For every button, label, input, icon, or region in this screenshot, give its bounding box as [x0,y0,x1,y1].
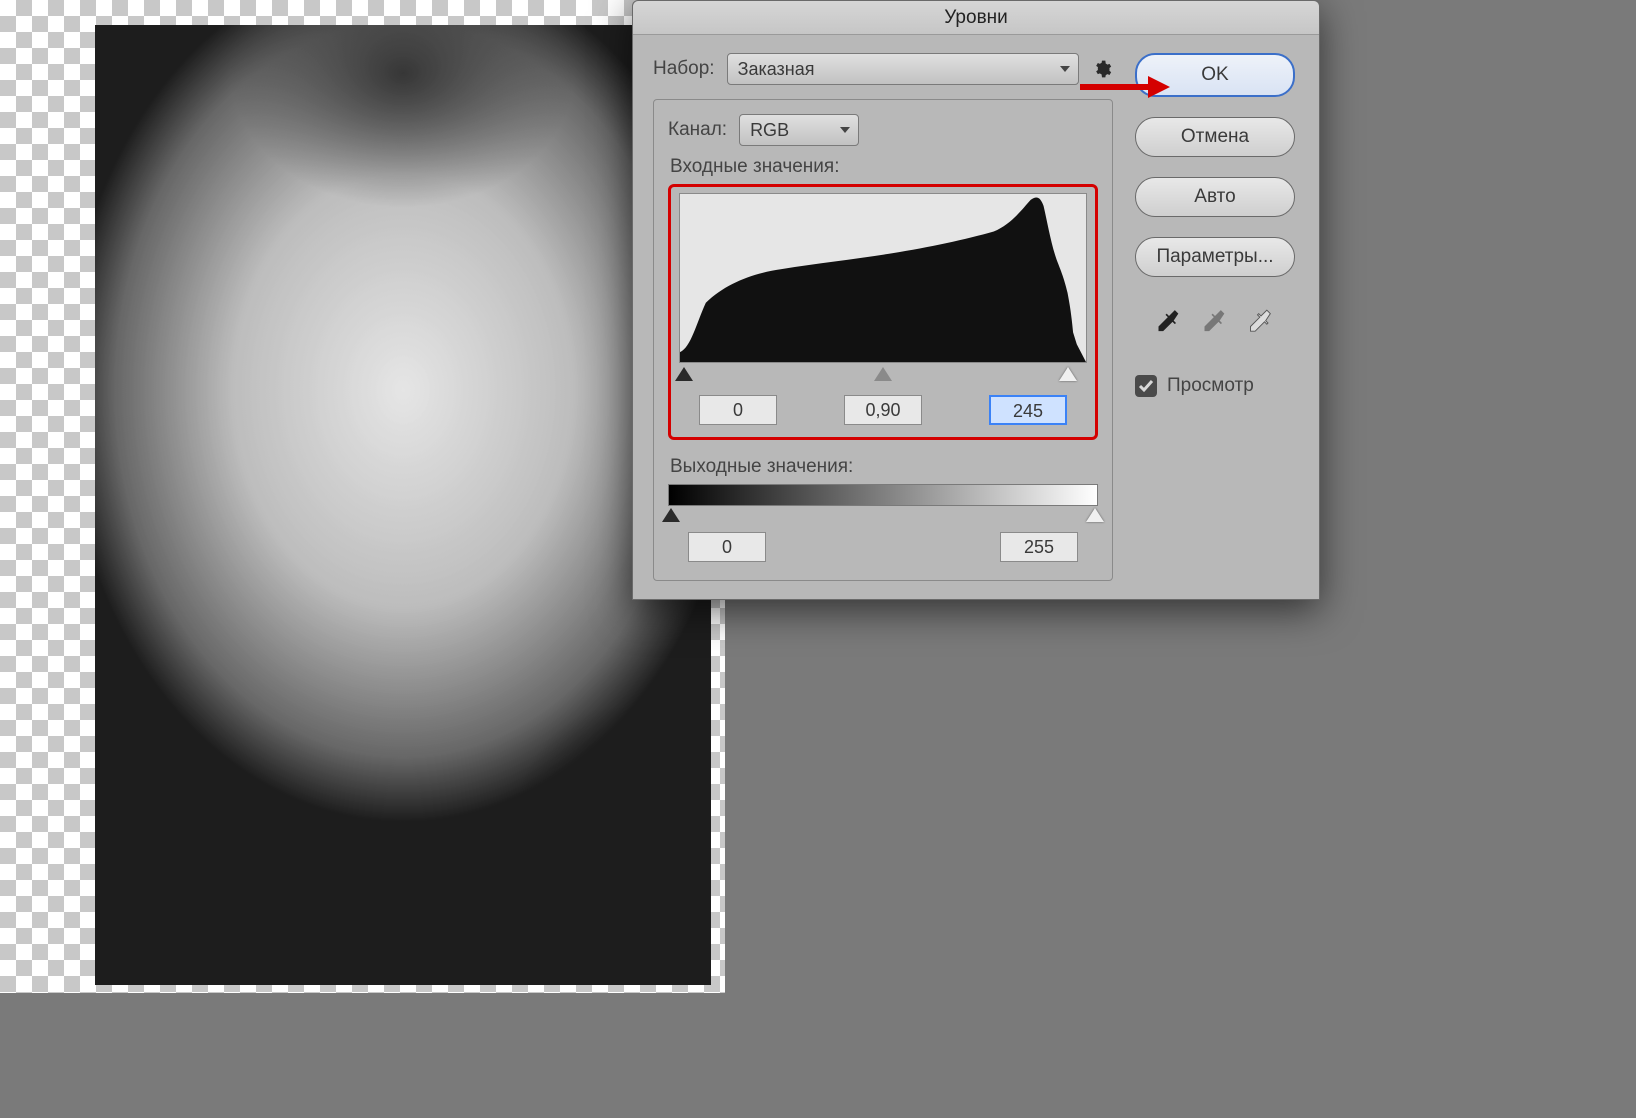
channel-select[interactable]: RGB [739,114,859,146]
output-levels-label: Выходные значения: [670,456,1098,478]
preset-select[interactable]: Заказная [727,53,1079,85]
channel-fieldset: Канал: RGB Входные значения: [653,99,1113,581]
white-point-eyedropper-icon[interactable] [1247,309,1275,337]
preview-checkbox[interactable] [1135,375,1157,397]
histogram [679,193,1087,363]
canvas-checkerboard [0,0,725,993]
output-black-field[interactable]: 0 [688,532,766,562]
eyedropper-group [1155,309,1275,337]
input-white-slider[interactable] [1059,367,1077,381]
output-black-slider[interactable] [662,508,680,522]
dialog-title: Уровни [633,1,1319,35]
preset-menu-icon[interactable] [1091,58,1113,80]
preset-label: Набор: [653,58,715,80]
channel-value: RGB [750,120,789,141]
ok-button[interactable]: OK [1135,53,1295,97]
auto-button[interactable]: Авто [1135,177,1295,217]
input-slider-track[interactable] [679,367,1087,387]
channel-label: Канал: [668,119,727,141]
preview-label: Просмотр [1167,375,1254,397]
black-point-eyedropper-icon[interactable] [1155,309,1183,337]
output-slider-track[interactable] [668,508,1098,528]
dialog-left-column: Набор: Заказная Канал: RGB Входные значе… [653,53,1113,581]
input-levels-label: Входные значения: [670,156,1098,178]
image-layer [95,25,711,985]
options-button[interactable]: Параметры... [1135,237,1295,277]
input-gamma-slider[interactable] [874,367,892,381]
output-white-slider[interactable] [1086,508,1104,522]
output-gradient [668,484,1098,506]
input-gamma-field[interactable]: 0,90 [844,395,922,425]
input-black-slider[interactable] [675,367,693,381]
input-black-field[interactable]: 0 [699,395,777,425]
output-white-field[interactable]: 255 [1000,532,1078,562]
input-white-field[interactable]: 245 [989,395,1067,425]
preset-value: Заказная [738,59,815,80]
levels-dialog: Уровни Набор: Заказная Канал: RGB [632,0,1320,600]
dialog-right-column: OK Отмена Авто Параметры... Просмот [1131,53,1299,581]
input-levels-highlight: 0 0,90 245 [668,184,1098,440]
cancel-button[interactable]: Отмена [1135,117,1295,157]
gray-point-eyedropper-icon[interactable] [1201,309,1229,337]
